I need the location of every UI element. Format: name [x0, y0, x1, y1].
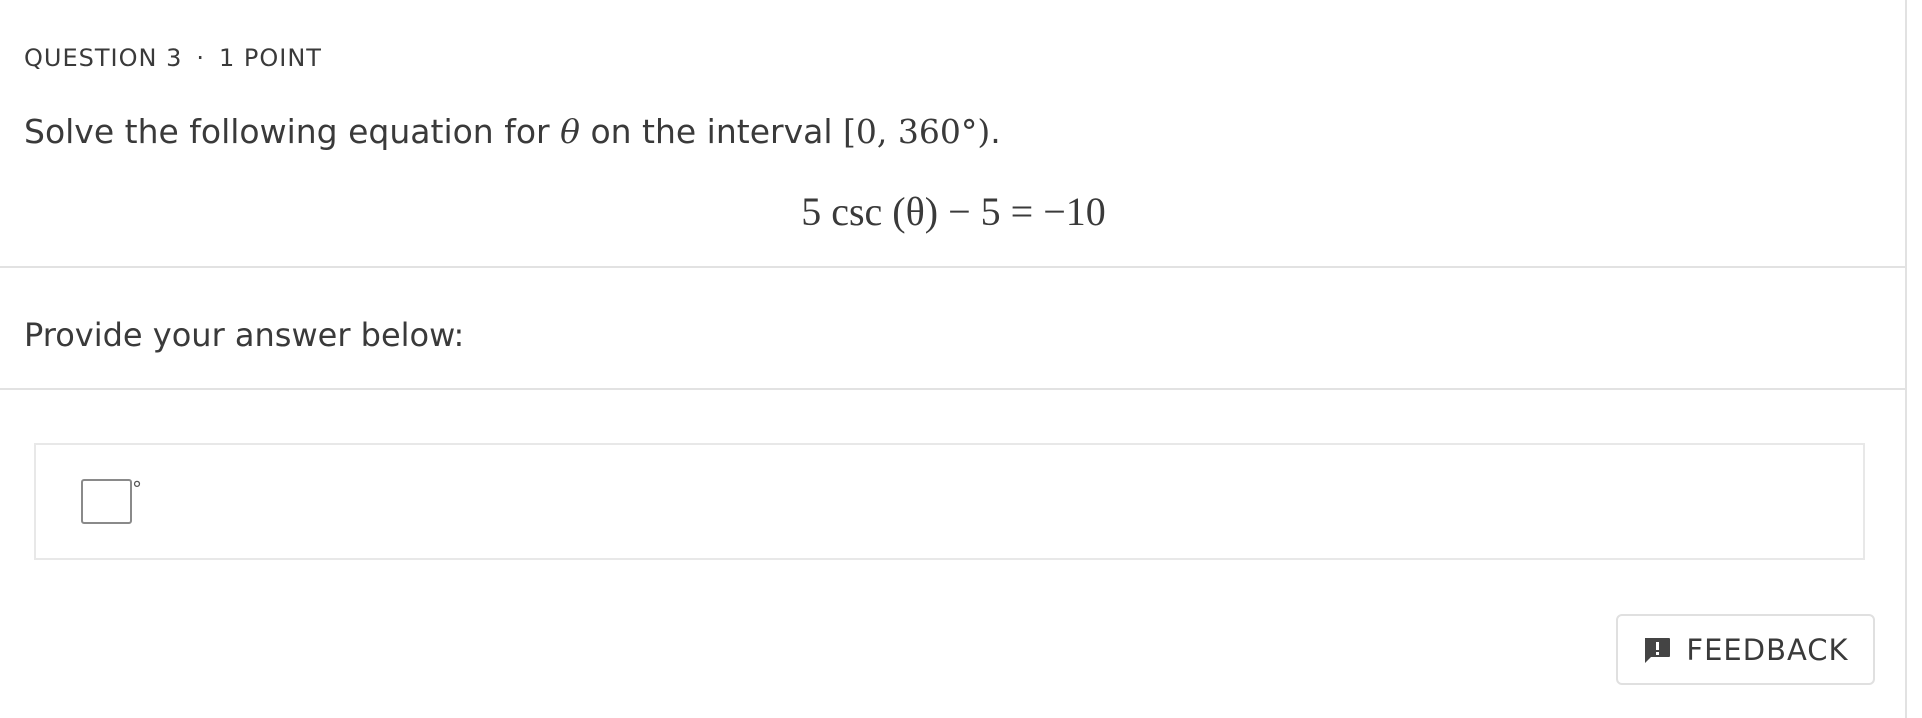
- prompt-text-after: .: [990, 112, 1001, 151]
- divider: [0, 266, 1907, 268]
- question-panel: QUESTION 3 · 1 POINT Solve the following e…: [0, 0, 1907, 718]
- degree-symbol: °: [132, 477, 142, 501]
- question-prompt: Solve the following equation for θ on th…: [24, 112, 1001, 151]
- prompt-text-middle: on the interval: [579, 112, 843, 151]
- answer-input[interactable]: [81, 479, 132, 524]
- question-header: QUESTION 3 · 1 POINT: [24, 44, 322, 72]
- prompt-variable: θ: [560, 112, 580, 151]
- equation: 5 csc (θ) − 5 = −10: [801, 189, 1106, 234]
- question-points: 1 POINT: [218, 44, 322, 72]
- feedback-label: FEEDBACK: [1686, 632, 1849, 667]
- answer-area: °: [34, 443, 1865, 560]
- prompt-interval: [0, 360°): [843, 112, 991, 151]
- feedback-icon: [1642, 635, 1672, 665]
- answer-label: Provide your answer below:: [24, 316, 465, 354]
- question-number: QUESTION 3: [24, 44, 183, 72]
- divider: [0, 388, 1907, 390]
- feedback-button[interactable]: FEEDBACK: [1616, 614, 1875, 685]
- header-separator: ·: [196, 44, 205, 72]
- prompt-text-before: Solve the following equation for: [24, 112, 561, 151]
